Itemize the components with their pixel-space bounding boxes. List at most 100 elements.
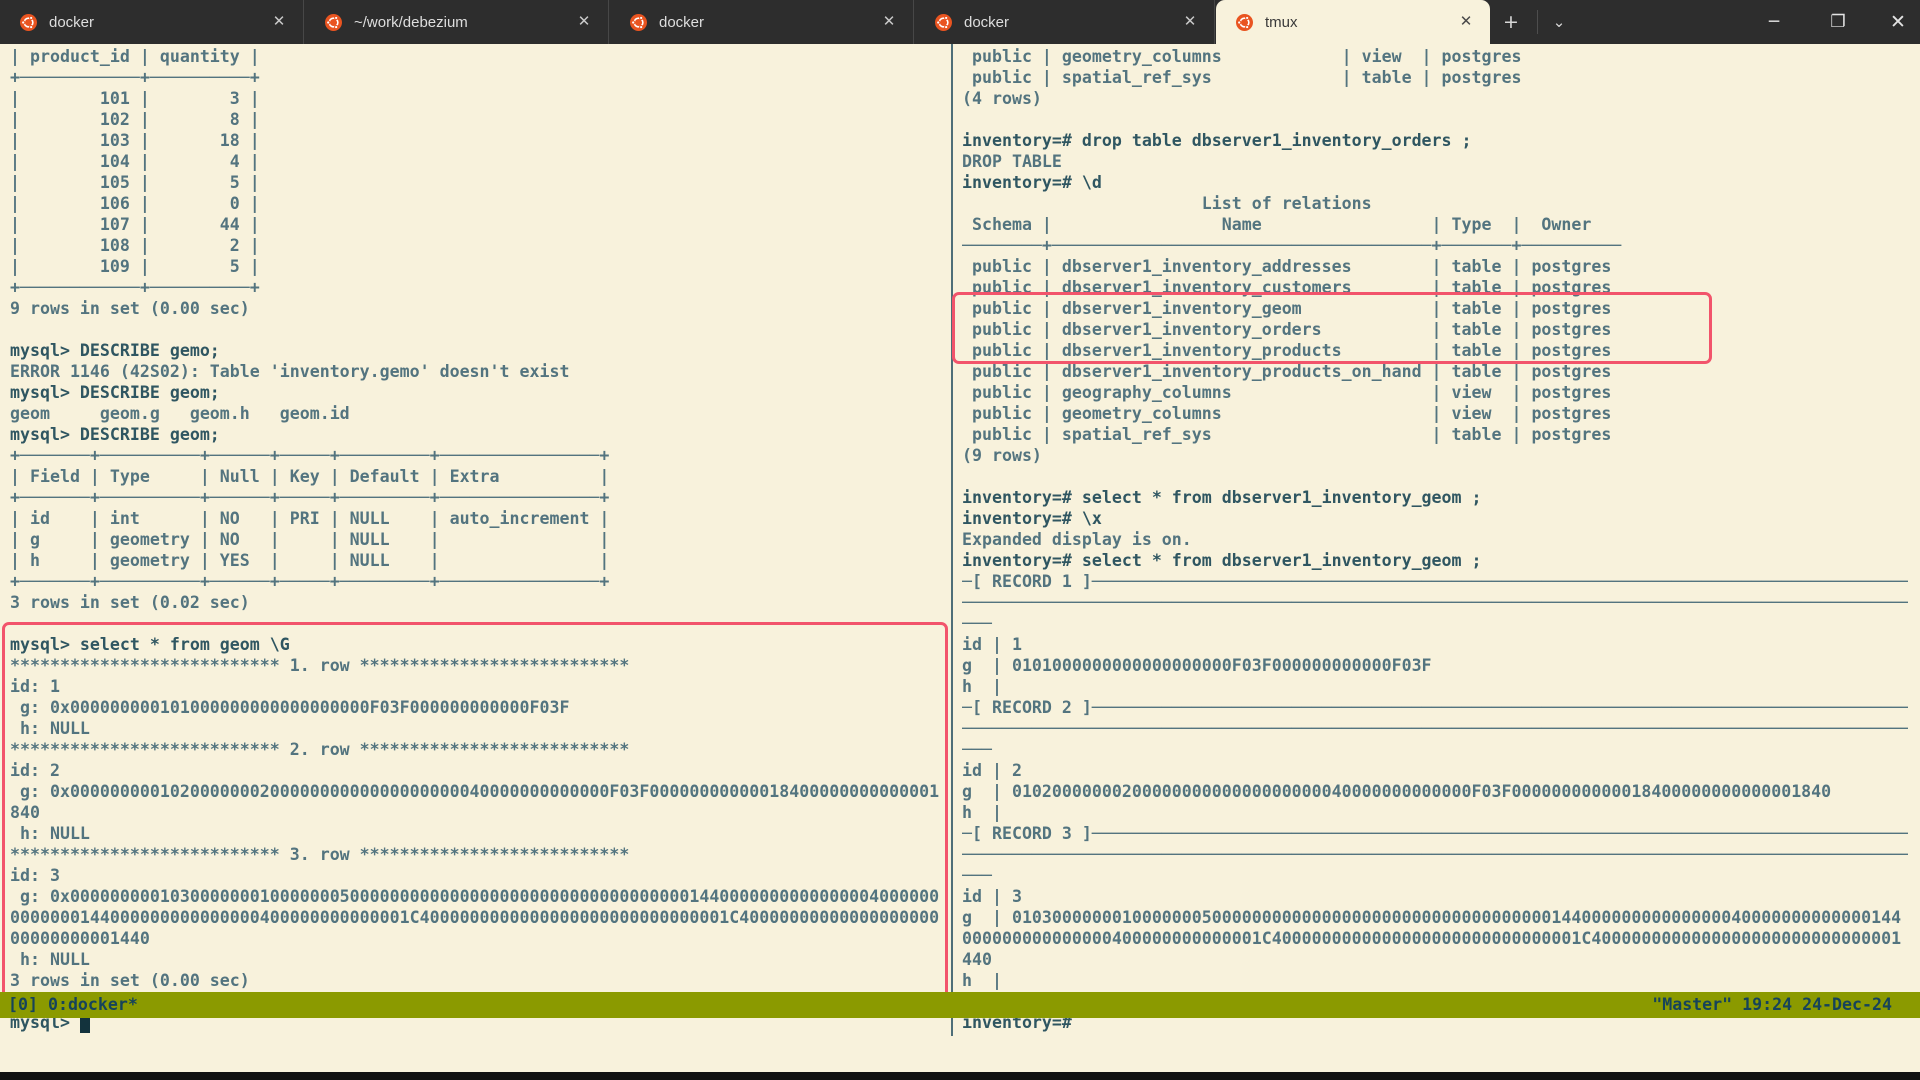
terminal-line: g: 0x00000000010200000002000000000000000… (10, 782, 940, 801)
tmux-status-bar: [0] 0:docker* "Master" 19:24 24-Dec-24 (0, 992, 1920, 1018)
terminal-line: | 108 | 2 | (10, 236, 260, 255)
terminal-line: id: 2 (10, 761, 60, 780)
close-tab-icon[interactable]: ✕ (572, 10, 596, 34)
terminal-line: | Field | Type | Null | Key | Default | … (10, 467, 610, 486)
tab-debezium[interactable]: ~/work/debezium ✕ (305, 0, 609, 44)
terminal-line: h: NULL (10, 824, 90, 843)
close-tab-icon[interactable]: ✕ (1454, 10, 1478, 34)
terminal-line: id: 3 (10, 866, 60, 885)
terminal-line: ────────────────────────────────────────… (962, 593, 1908, 612)
terminal-line: inventory=# \x (962, 509, 1102, 528)
tab-title: docker (49, 13, 95, 31)
terminal-line: *************************** 2. row *****… (10, 740, 630, 759)
terminal-line: g | 0101000000000000000000F03F0000000000… (962, 656, 1432, 675)
terminal-line: *************************** 1. row *****… (10, 656, 630, 675)
tab-list-chevron-icon[interactable]: ⌄ (1542, 7, 1576, 37)
terminal-line: id | 2 (962, 761, 1022, 780)
terminal-line: ────────+───────────────────────────────… (962, 236, 1622, 255)
terminal-line: | product_id | quantity | (10, 47, 260, 66)
terminal-line: g: 0x000000000101000000000000000000F03F0… (10, 698, 570, 717)
terminal-line: public | geometry_columns | view | postg… (962, 47, 1522, 66)
terminal-line: *************************** 3. row *****… (10, 845, 630, 864)
terminal-line: public | dbserver1_inventory_products | … (962, 341, 1612, 360)
terminal-line: | 105 | 5 | (10, 173, 260, 192)
ubuntu-icon (935, 13, 952, 31)
terminal-line: +────────────+──────────+ (10, 68, 260, 87)
terminal-line: List of relations (962, 194, 1372, 213)
terminal-line: | 102 | 8 | (10, 110, 260, 129)
terminal-line: ─── (962, 866, 992, 885)
screen-bottom-edge (0, 1072, 1920, 1080)
postgres-pane[interactable]: public | geometry_columns | view | postg… (962, 46, 1908, 1058)
new-tab-button[interactable]: + (1494, 7, 1528, 37)
terminal-line: 000000000000000400000000000001C400000000… (962, 929, 1902, 948)
terminal-line: (4 rows) (962, 89, 1042, 108)
terminal-line: public | dbserver1_inventory_customers |… (962, 278, 1612, 297)
terminal-line: +───────+──────────+──────+─────+───────… (10, 572, 610, 591)
ubuntu-icon (1236, 13, 1253, 31)
terminal-line: | 101 | 3 | (10, 89, 260, 108)
terminal-line: public | dbserver1_inventory_geom | tabl… (962, 299, 1612, 318)
terminal-line: 00000000001440 (10, 929, 150, 948)
terminal-line: mysql> select * from geom \G (10, 635, 290, 654)
terminal-line: 9 rows in set (0.00 sec) (10, 299, 250, 318)
terminal-line: h | (962, 971, 1002, 990)
terminal-line: | 106 | 0 | (10, 194, 260, 213)
tmux-pane-divider[interactable] (951, 44, 953, 1036)
terminal-line: id | 3 (962, 887, 1022, 906)
tmux-session: | product_id | quantity | +────────────+─… (0, 44, 1920, 1072)
terminal-line: | 104 | 4 | (10, 152, 260, 171)
close-tab-icon[interactable]: ✕ (267, 10, 291, 34)
tmux-window-list: [0] 0:docker* (8, 995, 138, 1014)
ubuntu-icon (325, 13, 342, 31)
tab-title: tmux (1265, 13, 1298, 31)
terminal-line: mysql> DESCRIBE gemo; (10, 341, 220, 360)
close-window-button[interactable]: ✕ (1876, 0, 1920, 44)
terminal-line: g: 0x00000000010300000001000000050000000… (10, 887, 940, 906)
minimize-button[interactable]: ─ (1752, 0, 1796, 44)
terminal-line: ────────────────────────────────────────… (962, 719, 1908, 738)
tmux-host-clock: "Master" 19:24 24-Dec-24 (1652, 995, 1892, 1014)
terminal-line: inventory=# select * from dbserver1_inve… (962, 551, 1482, 570)
terminal-line: inventory=# drop table dbserver1_invento… (962, 131, 1472, 150)
terminal-line: | id | int | NO | PRI | NULL | auto_incr… (10, 509, 610, 528)
terminal-line: ─── (962, 740, 992, 759)
terminal-line: (9 rows) (962, 446, 1042, 465)
terminal-line: +───────+──────────+──────+─────+───────… (10, 488, 610, 507)
terminal-line: mysql> DESCRIBE geom; (10, 383, 220, 402)
terminal-line: Expanded display is on. (962, 530, 1192, 549)
terminal-line: mysql> DESCRIBE geom; (10, 425, 220, 444)
terminal-line: Schema | Name | Type | Owner (962, 215, 1592, 234)
terminal-line: ─[ RECORD 2 ]───────────────────────────… (962, 698, 1908, 717)
terminal-line: id: 1 (10, 677, 60, 696)
terminal-line: | h | geometry | YES | | NULL | | (10, 551, 610, 570)
ubuntu-icon (630, 13, 647, 31)
tab-docker-3[interactable]: docker ✕ (915, 0, 1215, 44)
terminal-line: ERROR 1146 (42S02): Table 'inventory.gem… (10, 362, 570, 381)
terminal-line: DROP TABLE (962, 152, 1062, 171)
restore-button[interactable]: ❐ (1816, 0, 1860, 44)
tab-bar-separator (1537, 10, 1538, 34)
terminal-line: ─[ RECORD 1 ]───────────────────────────… (962, 572, 1908, 591)
terminal-line: ────────────────────────────────────────… (962, 845, 1908, 864)
tab-docker-1[interactable]: docker ✕ (0, 0, 304, 44)
terminal-line: h: NULL (10, 950, 90, 969)
terminal-line: 840 (10, 803, 40, 822)
tab-docker-2[interactable]: docker ✕ (610, 0, 914, 44)
terminal-line: public | spatial_ref_sys | table | postg… (962, 425, 1612, 444)
terminal-line: | 107 | 44 | (10, 215, 260, 234)
terminal-line: h: NULL (10, 719, 90, 738)
terminal-line: public | spatial_ref_sys | table | postg… (962, 68, 1522, 87)
tab-title: ~/work/debezium (354, 13, 468, 31)
mysql-pane[interactable]: | product_id | quantity | +────────────+─… (10, 46, 948, 1058)
close-tab-icon[interactable]: ✕ (877, 10, 901, 34)
terminal-line: public | geography_columns | view | post… (962, 383, 1612, 402)
close-tab-icon[interactable]: ✕ (1178, 10, 1202, 34)
tab-tmux-active[interactable]: tmux ✕ (1216, 0, 1490, 44)
terminal-line: public | dbserver1_inventory_products_on… (962, 362, 1612, 381)
terminal-line: geom geom.g geom.h geom.id (10, 404, 350, 423)
tab-title: docker (964, 13, 1010, 31)
